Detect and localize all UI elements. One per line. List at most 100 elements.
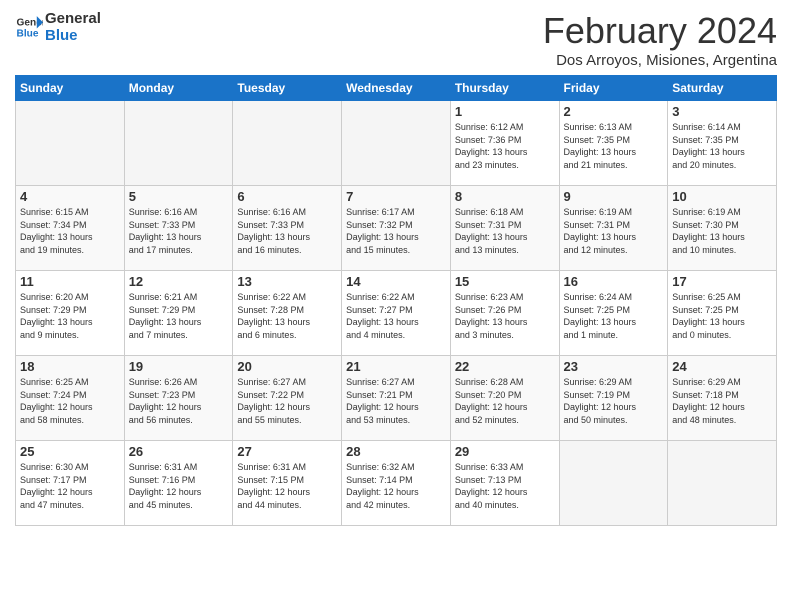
cell-day-number: 2 [564,104,664,119]
calendar-week-2: 11 Sunrise: 6:20 AM Sunset: 7:29 PM Dayli… [16,271,777,356]
calendar-cell: 22 Sunrise: 6:28 AM Sunset: 7:20 PM Dayli… [450,356,559,441]
calendar-cell [342,101,451,186]
calendar-body: 1 Sunrise: 6:12 AM Sunset: 7:36 PM Daylig… [16,101,777,526]
month-title: February 2024 [543,10,777,52]
cell-info-text: Sunrise: 6:19 AM Sunset: 7:30 PM Dayligh… [672,206,772,256]
calendar-cell [559,441,668,526]
cell-info-text: Sunrise: 6:30 AM Sunset: 7:17 PM Dayligh… [20,461,120,511]
day-header-wednesday: Wednesday [342,76,451,101]
cell-day-number: 6 [237,189,337,204]
day-header-saturday: Saturday [668,76,777,101]
cell-info-text: Sunrise: 6:22 AM Sunset: 7:27 PM Dayligh… [346,291,446,341]
calendar-cell: 19 Sunrise: 6:26 AM Sunset: 7:23 PM Dayli… [124,356,233,441]
cell-day-number: 25 [20,444,120,459]
cell-day-number: 15 [455,274,555,289]
calendar-cell: 17 Sunrise: 6:25 AM Sunset: 7:25 PM Dayli… [668,271,777,356]
calendar-cell [16,101,125,186]
calendar-cell: 7Sunrise: 6:17 AM Sunset: 7:32 PM Daylig… [342,186,451,271]
calendar-cell: 9 Sunrise: 6:19 AM Sunset: 7:31 PM Daylig… [559,186,668,271]
logo-blue: Blue [45,27,101,44]
logo: General Blue General Blue [15,10,101,44]
cell-day-number: 29 [455,444,555,459]
cell-info-text: Sunrise: 6:24 AM Sunset: 7:25 PM Dayligh… [564,291,664,341]
cell-day-number: 18 [20,359,120,374]
cell-info-text: Sunrise: 6:31 AM Sunset: 7:16 PM Dayligh… [129,461,229,511]
calendar-header: SundayMondayTuesdayWednesdayThursdayFrid… [16,76,777,101]
cell-day-number: 12 [129,274,229,289]
cell-day-number: 23 [564,359,664,374]
cell-info-text: Sunrise: 6:29 AM Sunset: 7:18 PM Dayligh… [672,376,772,426]
calendar-cell: 16 Sunrise: 6:24 AM Sunset: 7:25 PM Dayli… [559,271,668,356]
cell-day-number: 8 [455,189,555,204]
cell-info-text: Sunrise: 6:14 AM Sunset: 7:35 PM Dayligh… [672,121,772,171]
cell-info-text: Sunrise: 6:20 AM Sunset: 7:29 PM Dayligh… [20,291,120,341]
calendar-cell: 24 Sunrise: 6:29 AM Sunset: 7:18 PM Dayli… [668,356,777,441]
calendar-cell: 25 Sunrise: 6:30 AM Sunset: 7:17 PM Dayli… [16,441,125,526]
cell-day-number: 1 [455,104,555,119]
cell-info-text: Sunrise: 6:27 AM Sunset: 7:21 PM Dayligh… [346,376,446,426]
calendar-cell: 29Sunrise: 6:33 AM Sunset: 7:13 PM Dayli… [450,441,559,526]
calendar-cell [124,101,233,186]
svg-text:Blue: Blue [17,28,39,39]
cell-day-number: 21 [346,359,446,374]
day-header-sunday: Sunday [16,76,125,101]
calendar-week-3: 18Sunrise: 6:25 AM Sunset: 7:24 PM Dayli… [16,356,777,441]
header: General Blue General Blue February 2024 … [15,10,777,69]
calendar-cell: 21 Sunrise: 6:27 AM Sunset: 7:21 PM Dayli… [342,356,451,441]
cell-info-text: Sunrise: 6:23 AM Sunset: 7:26 PM Dayligh… [455,291,555,341]
cell-info-text: Sunrise: 6:31 AM Sunset: 7:15 PM Dayligh… [237,461,337,511]
cell-day-number: 9 [564,189,664,204]
cell-day-number: 3 [672,104,772,119]
cell-day-number: 5 [129,189,229,204]
calendar-cell: 10Sunrise: 6:19 AM Sunset: 7:30 PM Dayli… [668,186,777,271]
calendar-week-4: 25 Sunrise: 6:30 AM Sunset: 7:17 PM Dayli… [16,441,777,526]
cell-day-number: 16 [564,274,664,289]
calendar-cell: 14 Sunrise: 6:22 AM Sunset: 7:27 PM Dayli… [342,271,451,356]
cell-day-number: 17 [672,274,772,289]
cell-info-text: Sunrise: 6:26 AM Sunset: 7:23 PM Dayligh… [129,376,229,426]
cell-info-text: Sunrise: 6:12 AM Sunset: 7:36 PM Dayligh… [455,121,555,171]
day-header-monday: Monday [124,76,233,101]
title-area: February 2024 Dos Arroyos, Misiones, Arg… [543,10,777,69]
cell-day-number: 14 [346,274,446,289]
cell-day-number: 11 [20,274,120,289]
cell-day-number: 20 [237,359,337,374]
logo-icon: General Blue [15,13,43,41]
cell-info-text: Sunrise: 6:16 AM Sunset: 7:33 PM Dayligh… [129,206,229,256]
cell-day-number: 7 [346,189,446,204]
calendar-cell: 27 Sunrise: 6:31 AM Sunset: 7:15 PM Dayli… [233,441,342,526]
logo-general: General [45,10,101,27]
cell-day-number: 27 [237,444,337,459]
calendar-cell: 3 Sunrise: 6:14 AM Sunset: 7:35 PM Daylig… [668,101,777,186]
cell-info-text: Sunrise: 6:28 AM Sunset: 7:20 PM Dayligh… [455,376,555,426]
cell-info-text: Sunrise: 6:21 AM Sunset: 7:29 PM Dayligh… [129,291,229,341]
calendar-cell: 13 Sunrise: 6:22 AM Sunset: 7:28 PM Dayli… [233,271,342,356]
calendar-cell: 15 Sunrise: 6:23 AM Sunset: 7:26 PM Dayli… [450,271,559,356]
cell-day-number: 22 [455,359,555,374]
cell-day-number: 24 [672,359,772,374]
cell-day-number: 4 [20,189,120,204]
cell-info-text: Sunrise: 6:18 AM Sunset: 7:31 PM Dayligh… [455,206,555,256]
calendar-week-0: 1 Sunrise: 6:12 AM Sunset: 7:36 PM Daylig… [16,101,777,186]
calendar-cell: 26 Sunrise: 6:31 AM Sunset: 7:16 PM Dayli… [124,441,233,526]
day-header-thursday: Thursday [450,76,559,101]
cell-info-text: Sunrise: 6:22 AM Sunset: 7:28 PM Dayligh… [237,291,337,341]
calendar-cell: 11 Sunrise: 6:20 AM Sunset: 7:29 PM Dayli… [16,271,125,356]
calendar-cell [668,441,777,526]
cell-info-text: Sunrise: 6:25 AM Sunset: 7:25 PM Dayligh… [672,291,772,341]
calendar-cell [233,101,342,186]
calendar-table: SundayMondayTuesdayWednesdayThursdayFrid… [15,75,777,526]
day-header-tuesday: Tuesday [233,76,342,101]
cell-day-number: 19 [129,359,229,374]
cell-info-text: Sunrise: 6:19 AM Sunset: 7:31 PM Dayligh… [564,206,664,256]
day-header-friday: Friday [559,76,668,101]
calendar-cell: 4Sunrise: 6:15 AM Sunset: 7:34 PM Daylig… [16,186,125,271]
cell-info-text: Sunrise: 6:32 AM Sunset: 7:14 PM Dayligh… [346,461,446,511]
calendar-cell: 12 Sunrise: 6:21 AM Sunset: 7:29 PM Dayli… [124,271,233,356]
calendar-cell: 20Sunrise: 6:27 AM Sunset: 7:22 PM Dayli… [233,356,342,441]
calendar-cell: 8 Sunrise: 6:18 AM Sunset: 7:31 PM Daylig… [450,186,559,271]
calendar-cell: 1 Sunrise: 6:12 AM Sunset: 7:36 PM Daylig… [450,101,559,186]
cell-day-number: 26 [129,444,229,459]
cell-day-number: 13 [237,274,337,289]
calendar-cell: 18Sunrise: 6:25 AM Sunset: 7:24 PM Dayli… [16,356,125,441]
